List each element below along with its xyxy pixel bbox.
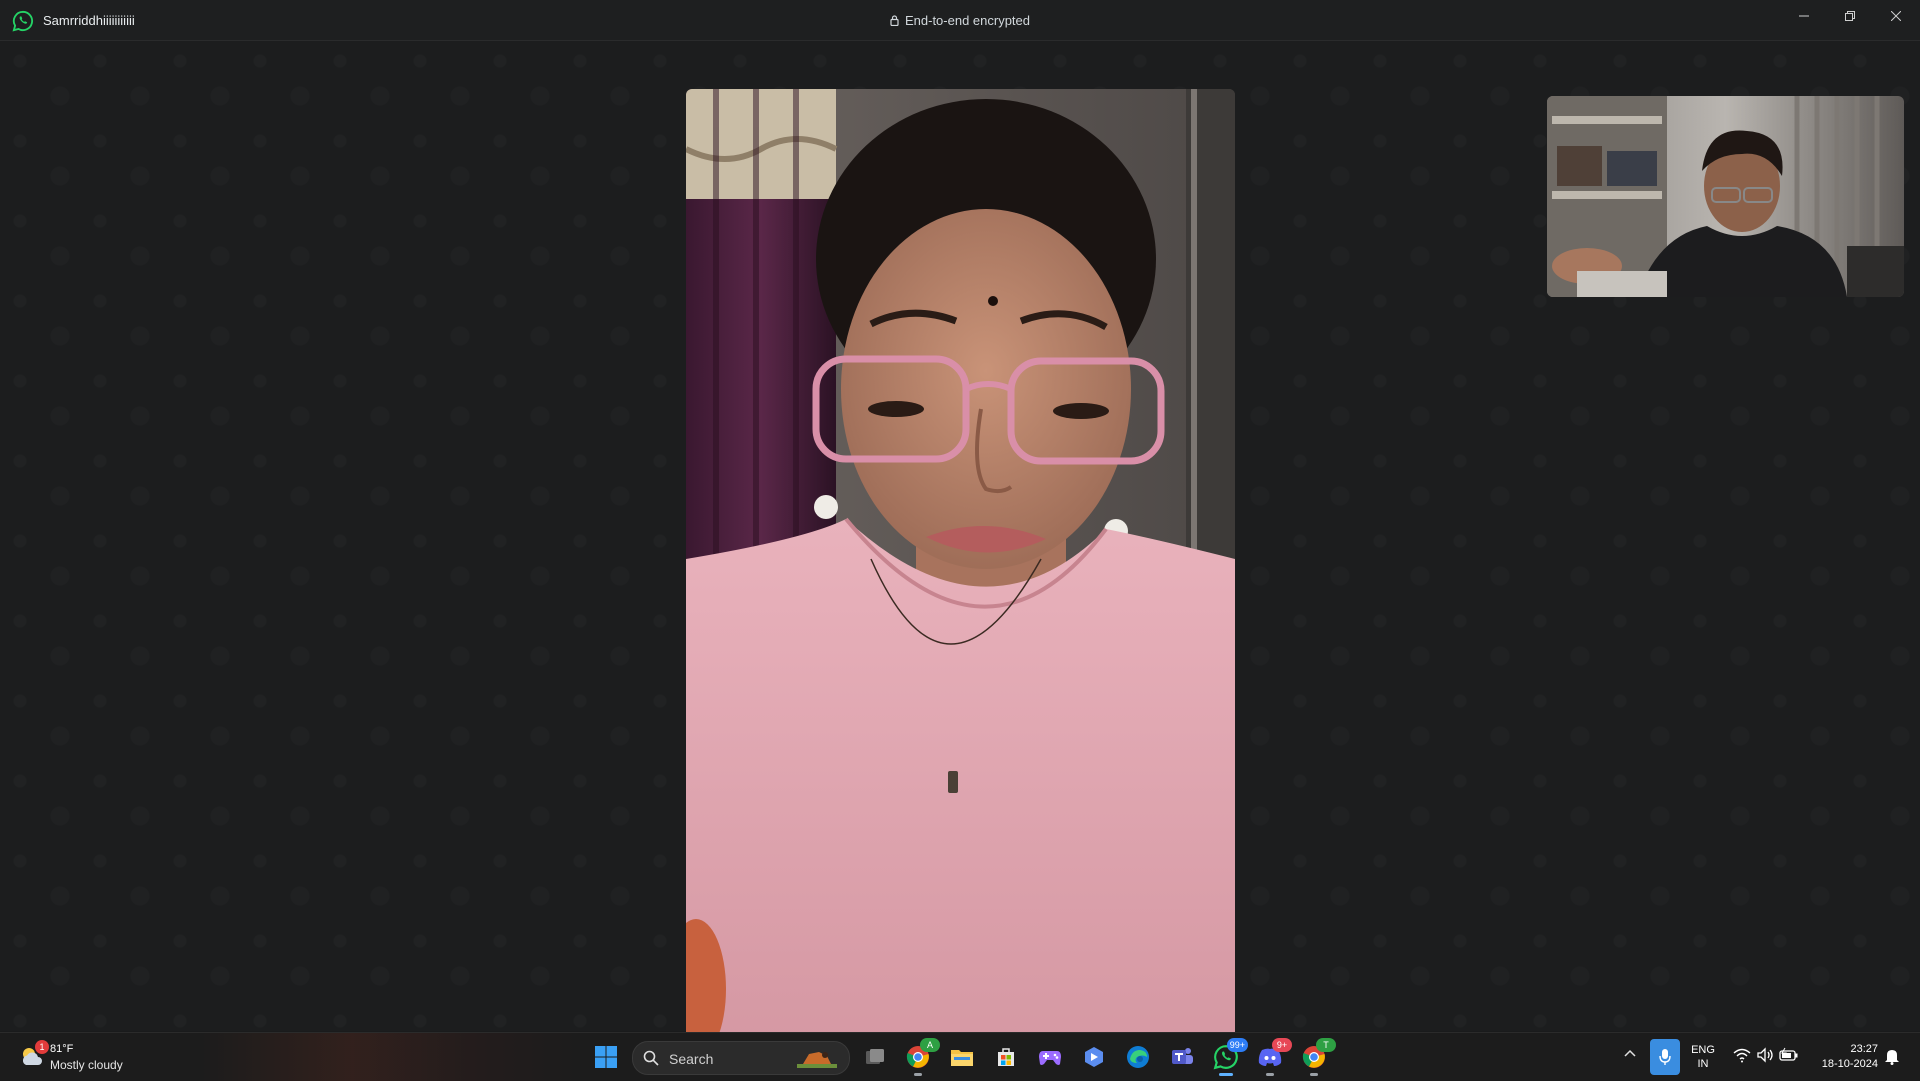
running-indicator — [1310, 1073, 1318, 1076]
windows-logo-icon — [595, 1046, 617, 1068]
taskbar-accent — [200, 1033, 580, 1081]
gamepad-icon — [1039, 1051, 1061, 1065]
taskbar-app-chrome[interactable]: T — [1298, 1038, 1336, 1076]
close-button[interactable] — [1873, 0, 1919, 32]
whatsapp-unread-badge: 99+ — [1226, 1038, 1248, 1052]
restore-icon — [1845, 11, 1855, 21]
active-indicator — [1219, 1073, 1233, 1076]
title-bar: Samrriddhiiiiiiiiiii End-to-end encrypte… — [0, 0, 1920, 41]
taskbar-app-game[interactable] — [1034, 1041, 1066, 1073]
search-label: Search — [669, 1051, 714, 1067]
chevron-up-icon[interactable] — [1623, 1047, 1637, 1061]
taskbar-app-edge[interactable] — [1122, 1041, 1154, 1073]
taskbar-search[interactable]: Search — [632, 1041, 850, 1075]
taskbar-app-copilot[interactable] — [1078, 1041, 1110, 1073]
language-code: ENG — [1691, 1044, 1715, 1056]
search-icon — [643, 1050, 659, 1066]
notification-bell-icon[interactable] — [1884, 1047, 1900, 1065]
clock-date: 18-10-2024 — [1821, 1058, 1878, 1070]
weather-widget[interactable]: 1 81°F Mostly cloudy — [14, 1039, 144, 1075]
microphone-icon — [1659, 1049, 1671, 1065]
encryption-status: End-to-end encrypted — [0, 13, 1920, 28]
weather-temperature: 81°F — [50, 1043, 74, 1055]
minimize-button[interactable] — [1781, 0, 1827, 32]
taskbar-app-whatsapp[interactable]: 99+ — [1210, 1038, 1248, 1076]
language-indicator[interactable]: ENG IN — [1690, 1043, 1716, 1071]
task-view-button[interactable] — [859, 1041, 891, 1073]
edge-icon — [1127, 1046, 1149, 1068]
store-icon — [998, 1048, 1014, 1066]
weather-badge: 1 — [35, 1040, 49, 1054]
battery-icon[interactable] — [1779, 1047, 1799, 1063]
taskbar-app-teams[interactable] — [1166, 1041, 1198, 1073]
volume-icon[interactable] — [1756, 1047, 1774, 1063]
minimize-icon — [1799, 15, 1809, 17]
discord-badge: 9+ — [1272, 1038, 1292, 1052]
system-clock[interactable]: 23:27 18-10-2024 — [1806, 1042, 1878, 1072]
self-preview-video[interactable] — [1547, 96, 1904, 297]
taskbar-app-chrome-profile[interactable]: A — [902, 1038, 940, 1076]
lock-icon — [890, 15, 899, 26]
encryption-label: End-to-end encrypted — [904, 13, 1031, 28]
close-icon — [1891, 11, 1901, 21]
taskbar-app-discord[interactable]: 9+ — [1254, 1038, 1292, 1076]
running-indicator — [914, 1073, 922, 1076]
teams-icon — [1172, 1048, 1193, 1064]
search-highlight-icon — [797, 1052, 837, 1068]
chrome-badge: T — [1316, 1038, 1336, 1052]
self-video-frame — [1547, 96, 1904, 297]
start-button[interactable] — [590, 1041, 622, 1073]
running-indicator — [1266, 1073, 1274, 1076]
taskbar-app-store[interactable] — [990, 1041, 1022, 1073]
taskbar: 1 81°F Mostly cloudy Search A 99+ 9+ T E… — [0, 1032, 1920, 1081]
taskbar-app-file-explorer[interactable] — [946, 1041, 978, 1073]
copilot-icon — [1085, 1047, 1103, 1067]
remote-video-frame — [686, 89, 1235, 1065]
restore-button[interactable] — [1827, 0, 1873, 32]
weather-condition: Mostly cloudy — [50, 1058, 123, 1072]
remote-participant-video[interactable] — [686, 89, 1235, 1065]
language-region: IN — [1697, 1058, 1709, 1070]
clock-time: 23:27 — [1850, 1043, 1878, 1055]
microphone-button[interactable] — [1650, 1039, 1680, 1075]
folder-icon — [951, 1050, 973, 1066]
call-area — [0, 41, 1920, 1065]
task-view-icon — [866, 1049, 884, 1064]
wifi-icon[interactable] — [1733, 1047, 1751, 1063]
chrome-profile-badge: A — [920, 1038, 940, 1052]
